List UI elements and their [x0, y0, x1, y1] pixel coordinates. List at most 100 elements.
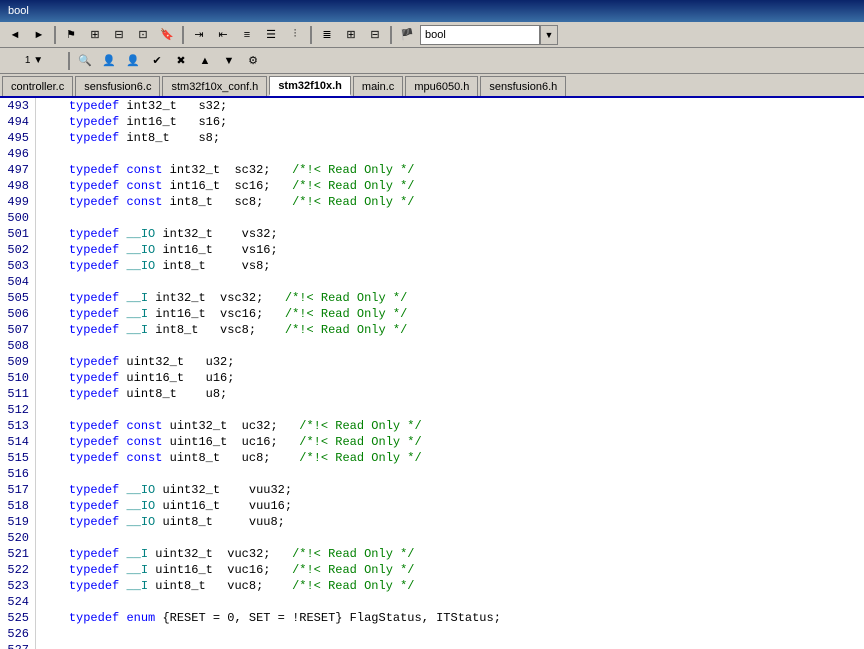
- line-num-514: 514: [4, 434, 29, 450]
- user-btn[interactable]: 👤: [98, 51, 120, 71]
- sep1: [54, 26, 56, 44]
- btn5[interactable]: ⊡: [132, 25, 154, 45]
- line-num-508: 508: [4, 338, 29, 354]
- tab-main[interactable]: main.c: [353, 76, 403, 96]
- code-line-516: [40, 466, 860, 482]
- titlebar-title: bool: [8, 5, 29, 17]
- code-line-527: [40, 642, 860, 649]
- toolbar-row2: 1 ▼ 🔍 👤 👤 ✔ ✖ ▲ ▼ ⚙: [0, 48, 864, 74]
- code-line-500: [40, 210, 860, 226]
- line-num-520: 520: [4, 530, 29, 546]
- line-num-522: 522: [4, 562, 29, 578]
- line-num-499: 499: [4, 194, 29, 210]
- line-num-505: 505: [4, 290, 29, 306]
- code-line-512: [40, 402, 860, 418]
- line-num-498: 498: [4, 178, 29, 194]
- user2-btn[interactable]: 👤: [122, 51, 144, 71]
- line-num-513: 513: [4, 418, 29, 434]
- line-num-509: 509: [4, 354, 29, 370]
- down-btn[interactable]: ▼: [218, 51, 240, 71]
- code-line-507: typedef __I int8_t vsc8; /*!< Read Only …: [40, 322, 860, 338]
- bookmark-icon[interactable]: 🏴: [396, 25, 418, 45]
- line-num-512: 512: [4, 402, 29, 418]
- code-line-498: typedef const int16_t sc16; /*!< Read On…: [40, 178, 860, 194]
- code-line-526: [40, 626, 860, 642]
- line-num-503: 503: [4, 258, 29, 274]
- sep3: [310, 26, 312, 44]
- line-num-497: 497: [4, 162, 29, 178]
- code-line-510: typedef uint16_t u16;: [40, 370, 860, 386]
- list2-btn[interactable]: ⊞: [340, 25, 362, 45]
- line-num-524: 524: [4, 594, 29, 610]
- tab-sensfusion6h[interactable]: sensfusion6.h: [480, 76, 566, 96]
- toolbar-row1: ◄ ► ⚑ ⊞ ⊟ ⊡ 🔖 ⇥ ⇤ ≡ ☰ ⫶ ≣ ⊞ ⊟ 🏴 ▼: [0, 22, 864, 48]
- search-dropdown-btn[interactable]: ▼: [540, 25, 558, 45]
- x-btn[interactable]: ✖: [170, 51, 192, 71]
- code-line-505: typedef __I int32_t vsc32; /*!< Read Onl…: [40, 290, 860, 306]
- line-num-494: 494: [4, 114, 29, 130]
- code-line-504: [40, 274, 860, 290]
- code-line-520: [40, 530, 860, 546]
- list-btn[interactable]: ≣: [316, 25, 338, 45]
- tab-stm32conf[interactable]: stm32f10x_conf.h: [162, 76, 267, 96]
- code-line-517: typedef __IO uint32_t vuu32;: [40, 482, 860, 498]
- list3-btn[interactable]: ⊟: [364, 25, 386, 45]
- up-btn[interactable]: ▲: [194, 51, 216, 71]
- code-line-519: typedef __IO uint8_t vuu8;: [40, 514, 860, 530]
- line-num-493: 493: [4, 98, 29, 114]
- back-btn[interactable]: ◄: [4, 25, 26, 45]
- indent-btn[interactable]: ⇥: [188, 25, 210, 45]
- code-line-506: typedef __I int16_t vsc16; /*!< Read Onl…: [40, 306, 860, 322]
- line-num-519: 519: [4, 514, 29, 530]
- align3-btn[interactable]: ⫶: [284, 25, 306, 45]
- code-area[interactable]: 4934944954964974984995005015025035045055…: [0, 98, 864, 649]
- titlebar: bool: [0, 0, 864, 22]
- code-line-495: typedef int8_t s8;: [40, 130, 860, 146]
- line-num-510: 510: [4, 370, 29, 386]
- code-line-524: [40, 594, 860, 610]
- code-line-511: typedef uint8_t u8;: [40, 386, 860, 402]
- tabs-bar: controller.c sensfusion6.c stm32f10x_con…: [0, 74, 864, 98]
- code-line-521: typedef __I uint32_t vuc32; /*!< Read On…: [40, 546, 860, 562]
- outdent-btn[interactable]: ⇤: [212, 25, 234, 45]
- tab-controller[interactable]: controller.c: [2, 76, 73, 96]
- btn4[interactable]: ⊟: [108, 25, 130, 45]
- line-num-523: 523: [4, 578, 29, 594]
- code-line-523: typedef __I uint8_t vuc8; /*!< Read Only…: [40, 578, 860, 594]
- forward-btn[interactable]: ►: [28, 25, 50, 45]
- search-group: ▼: [420, 25, 558, 45]
- check-btn[interactable]: ✔: [146, 51, 168, 71]
- tab-sensfusion6[interactable]: sensfusion6.c: [75, 76, 160, 96]
- code-line-497: typedef const int32_t sc32; /*!< Read On…: [40, 162, 860, 178]
- align-btn[interactable]: ≡: [236, 25, 258, 45]
- code-line-522: typedef __I uint16_t vuc16; /*!< Read On…: [40, 562, 860, 578]
- line-num-506: 506: [4, 306, 29, 322]
- zoom-in-btn[interactable]: 🔍: [74, 51, 96, 71]
- settings-icon[interactable]: ⚙: [242, 51, 264, 71]
- search-input[interactable]: [420, 25, 540, 45]
- code-line-499: typedef const int8_t sc8; /*!< Read Only…: [40, 194, 860, 210]
- line-num-526: 526: [4, 626, 29, 642]
- line-num-521: 521: [4, 546, 29, 562]
- code-content: typedef int32_t s32; typedef int16_t s16…: [36, 98, 864, 649]
- code-line-525: typedef enum {RESET = 0, SET = !RESET} F…: [40, 610, 860, 626]
- new-btn[interactable]: 1 ▼: [4, 51, 64, 71]
- btn6[interactable]: 🔖: [156, 25, 178, 45]
- tab-stm32conf-label: stm32f10x_conf.h: [171, 81, 258, 93]
- btn3[interactable]: ⊞: [84, 25, 106, 45]
- code-line-503: typedef __IO int8_t vs8;: [40, 258, 860, 274]
- tab-stm32h[interactable]: stm32f10x.h: [269, 76, 351, 96]
- sep4: [390, 26, 392, 44]
- line-num-504: 504: [4, 274, 29, 290]
- tab-main-label: main.c: [362, 81, 394, 93]
- btn2[interactable]: ⚑: [60, 25, 82, 45]
- tab-stm32h-label: stm32f10x.h: [278, 80, 342, 92]
- line-num-525: 525: [4, 610, 29, 626]
- tab-mpu6050[interactable]: mpu6050.h: [405, 76, 478, 96]
- line-num-501: 501: [4, 226, 29, 242]
- line-num-495: 495: [4, 130, 29, 146]
- code-line-494: typedef int16_t s16;: [40, 114, 860, 130]
- align2-btn[interactable]: ☰: [260, 25, 282, 45]
- line-num-518: 518: [4, 498, 29, 514]
- code-line-513: typedef const uint32_t uc32; /*!< Read O…: [40, 418, 860, 434]
